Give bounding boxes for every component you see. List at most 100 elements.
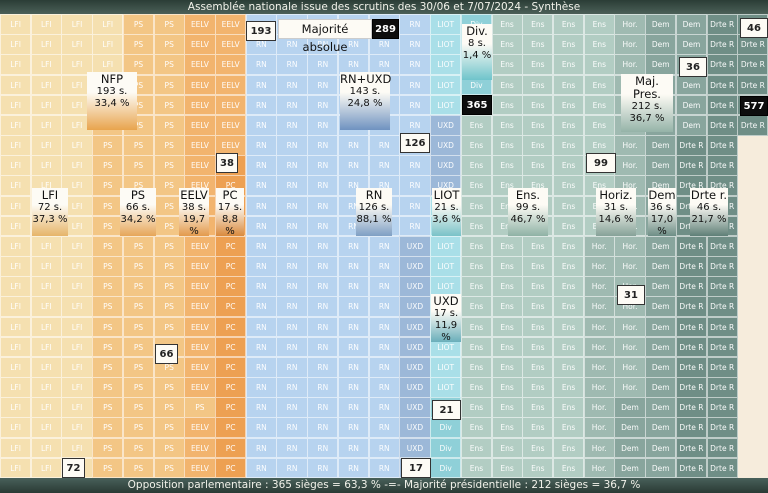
- seat-rn: RN: [307, 437, 339, 459]
- seat-ens: Ens: [491, 235, 523, 257]
- seat-rn: RN: [276, 356, 308, 378]
- group-label-seats: 99 s.: [515, 202, 541, 213]
- seat-eelv: EELV: [184, 377, 216, 398]
- seat-uxd: UXD: [430, 155, 462, 176]
- seat-ens: Ens: [491, 14, 523, 35]
- seat-pc: PC: [215, 397, 247, 418]
- group-label-name: Maj. Pres.: [633, 74, 661, 101]
- seat-dem: Dem: [645, 437, 677, 459]
- seat-ens: Ens: [491, 135, 523, 156]
- seat-ens: Ens: [491, 114, 523, 136]
- seat-eelv: EELV: [184, 54, 216, 76]
- seat-rn: RN: [368, 276, 400, 297]
- seat-ens: Ens: [491, 356, 523, 378]
- group-label-pct: 1,4 %: [462, 50, 492, 61]
- group-label-ens: Ens. 99 s. 46,7 %: [508, 188, 548, 236]
- seat-eelv: EELV: [184, 235, 216, 257]
- seat-hor: Hor.: [614, 336, 646, 358]
- seat-rn: RN: [399, 94, 431, 116]
- seat-rn: RN: [368, 437, 400, 459]
- seat-lfi: LFI: [0, 155, 32, 176]
- seat-ps: PS: [92, 276, 124, 297]
- seat-dem: Dem: [645, 296, 677, 318]
- seat-lfi: LFI: [30, 74, 62, 96]
- seat-ens: Ens: [522, 316, 554, 338]
- seat-eelv: EELV: [215, 114, 247, 136]
- seat-uxd: UXD: [399, 235, 431, 257]
- seat-count-marker: 99: [586, 153, 616, 174]
- seat-hor: Hor.: [583, 457, 615, 479]
- seat-dem: Dem: [645, 135, 677, 156]
- seat-lfi: LFI: [0, 296, 32, 318]
- seat-ens: Ens: [522, 377, 554, 398]
- seat-rn: RN: [337, 135, 370, 156]
- group-label-name: UXD: [433, 294, 459, 308]
- seat-rn: RN: [368, 356, 400, 378]
- seat-lfi: LFI: [61, 437, 93, 459]
- seat-lfi: LFI: [0, 276, 32, 297]
- seat-rn: RN: [307, 54, 339, 76]
- group-label-seats: 66 s.: [125, 202, 151, 213]
- seat-ens: Ens: [491, 437, 523, 459]
- seat-rn: RN: [245, 195, 277, 217]
- seat-rn: RN: [245, 215, 277, 237]
- group-label-rn: RN 126 s. 88,1 %: [356, 188, 392, 236]
- seat-ens: Ens: [491, 276, 523, 297]
- seat-ens: Ens: [522, 114, 554, 136]
- seat-dem: Dem: [645, 155, 677, 176]
- seat-lfi: LFI: [92, 14, 124, 35]
- seat-rn: RN: [307, 195, 339, 217]
- seat-dem: Dem: [675, 14, 708, 35]
- seat-rn: RN: [337, 296, 370, 318]
- seat-ens: Ens: [583, 74, 615, 96]
- seat-eelv: EELV: [184, 155, 216, 176]
- seat-ens: Ens: [522, 34, 554, 55]
- seat-drter: Drte R: [675, 256, 708, 277]
- seat-dem: Dem: [645, 397, 677, 418]
- seat-ens: Ens: [552, 155, 585, 176]
- seat-ens: Ens: [552, 397, 585, 418]
- seat-ps: PS: [92, 397, 124, 418]
- seat-ps: PS: [153, 437, 185, 459]
- seat-div: Div: [430, 457, 462, 479]
- seat-dem: Dem: [614, 397, 646, 418]
- seat-rn: RN: [307, 316, 339, 338]
- seat-ens: Ens: [552, 235, 585, 257]
- seat-rn: RN: [245, 235, 277, 257]
- seat-rn: RN: [245, 356, 277, 378]
- seat-eelv: EELV: [184, 94, 216, 116]
- seat-ens: Ens: [552, 114, 585, 136]
- group-label-name: Div.: [466, 24, 488, 38]
- seat-count-marker: 365: [462, 95, 492, 116]
- seat-ps: PS: [92, 316, 124, 338]
- group-label-seats: 193 s.: [96, 86, 128, 97]
- seat-rn: RN: [276, 215, 308, 237]
- seat-ens: Ens: [552, 34, 585, 55]
- seat-rn: RN: [276, 74, 308, 96]
- group-label-drter: Drte r. 46 s. 21,7 %: [690, 188, 728, 236]
- seat-lfi: LFI: [0, 437, 32, 459]
- seat-ps: PS: [122, 437, 155, 459]
- seat-eelv: EELV: [184, 256, 216, 277]
- group-label-lfi: LFI 72 s. 37,3 %: [32, 188, 68, 236]
- group-label-seats: 46 s.: [696, 202, 722, 213]
- seat-lfi: LFI: [92, 34, 124, 55]
- seat-hor: Hor.: [614, 316, 646, 338]
- group-label-hor: Horiz. 31 s. 14,6 %: [596, 188, 636, 236]
- seat-ps: PS: [153, 135, 185, 156]
- seat-rn: RN: [245, 457, 277, 479]
- seat-drter: Drte R: [675, 417, 708, 439]
- seat-rn: RN: [276, 54, 308, 76]
- seat-ens: Ens: [460, 397, 493, 418]
- seat-ens: Ens: [522, 457, 554, 479]
- seat-rn: RN: [368, 256, 400, 277]
- seat-eelv: EELV: [184, 437, 216, 459]
- seat-rn: RN: [276, 175, 308, 197]
- seat-eelv: EELV: [184, 14, 216, 35]
- seat-lfi: LFI: [61, 276, 93, 297]
- seat-drter: Drte R: [706, 316, 738, 338]
- seat-drter: Drte R: [675, 296, 708, 318]
- seat-rn: RN: [307, 155, 339, 176]
- seat-rn: RN: [245, 397, 277, 418]
- seat-ps: PS: [122, 14, 155, 35]
